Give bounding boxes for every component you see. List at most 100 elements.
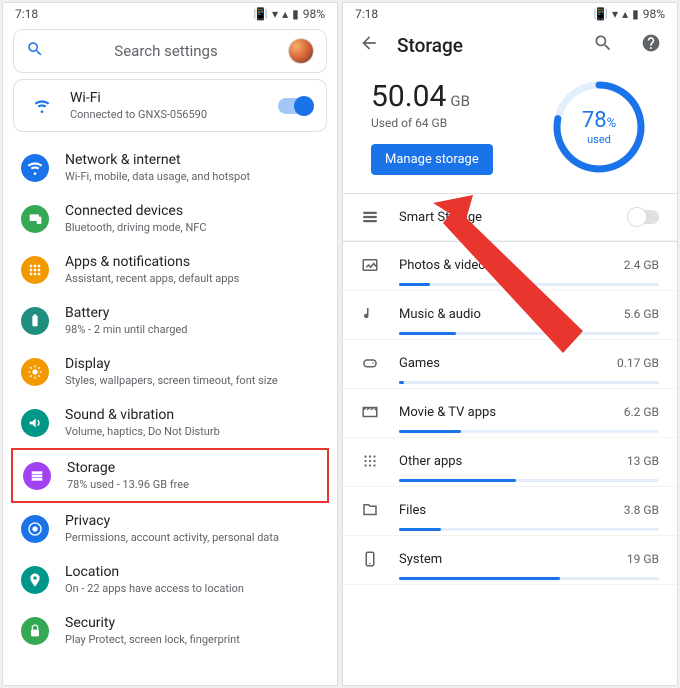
storage-icon [23, 462, 51, 490]
category-bar [399, 283, 659, 286]
category-label: System [399, 552, 607, 567]
wifi-title: Wi-Fi [70, 90, 264, 106]
battery-icon [21, 307, 49, 335]
wifi-icon: ▾ [272, 7, 278, 21]
category-bar [399, 430, 659, 433]
settings-row-privacy[interactable]: PrivacyPermissions, account activity, pe… [3, 503, 337, 554]
storage-categories: Photos & videos 2.4 GB Music & audio5.6 GB… [343, 242, 677, 585]
settings-row-wifi[interactable]: Network & internet Wi-Fi, mobile, data us… [3, 142, 337, 193]
category-label: Files [399, 503, 604, 518]
category-bar [399, 479, 659, 482]
settings-row-devices[interactable]: Connected devicesBluetooth, driving mode… [3, 193, 337, 244]
settings-row-battery[interactable]: Battery 98% - 2 min until charged [3, 295, 337, 346]
settings-list: Network & internet Wi-Fi, mobile, data us… [3, 138, 337, 660]
row-subtitle: Wi-Fi, mobile, data usage, and hotspot [65, 170, 319, 183]
settings-row-sound[interactable]: Sound & vibrationVolume, haptics, Do Not… [3, 397, 337, 448]
category-value: 13 GB [627, 454, 659, 468]
signal-icon: ▴ [282, 7, 288, 21]
wifi-subtitle: Connected to GNXS-056590 [70, 108, 264, 121]
category-photos[interactable]: Photos & videos 2.4 GB [343, 242, 677, 291]
files-icon [361, 501, 379, 519]
category-value: 6.2 GB [624, 405, 659, 419]
used-amount: 50.04GB [371, 79, 525, 114]
category-bar [399, 381, 659, 384]
category-movie[interactable]: Movie & TV apps 6.2 GB [343, 389, 677, 438]
settings-screen: 7:18 📳 ▾ ▴ ▮ 98% Search settings Wi-Fi C… [2, 2, 338, 686]
category-value: 0.17 GB [617, 356, 659, 370]
category-label: Games [399, 356, 597, 371]
system-icon [361, 550, 379, 568]
location-icon [21, 566, 49, 594]
movie-icon [361, 403, 379, 421]
category-games[interactable]: Games 0.17 GB [343, 340, 677, 389]
row-title: Privacy [65, 513, 319, 529]
row-subtitle: On - 22 apps have access to location [65, 582, 319, 595]
category-value: 2.4 GB [624, 258, 659, 272]
settings-row-apps[interactable]: Apps & notificationsAssistant, recent ap… [3, 244, 337, 295]
search-settings[interactable]: Search settings [13, 29, 327, 73]
sound-icon [21, 409, 49, 437]
row-subtitle: 98% - 2 min until charged [65, 323, 319, 336]
used-caption: Used of 64 GB [371, 116, 525, 130]
wifi-quick-card[interactable]: Wi-Fi Connected to GNXS-056590 [13, 79, 327, 132]
category-bar [399, 332, 659, 335]
category-other[interactable]: Other apps13 GB [343, 438, 677, 487]
music-icon [361, 305, 379, 323]
category-label: Movie & TV apps [399, 405, 604, 420]
category-files[interactable]: Files 3.8 GB [343, 487, 677, 536]
search-button[interactable] [593, 33, 613, 57]
security-icon [21, 617, 49, 645]
clock: 7:18 [355, 7, 378, 21]
row-title: Storage [67, 460, 317, 476]
row-title: Battery [65, 305, 319, 321]
clock: 7:18 [15, 7, 38, 21]
row-title: Network & internet [65, 152, 319, 168]
category-value: 19 GB [627, 552, 659, 566]
status-bar: 7:18 📳 ▾ ▴ ▮ 98% [3, 3, 337, 23]
row-title: Apps & notifications [65, 254, 319, 270]
other-icon [361, 452, 379, 470]
privacy-icon [21, 515, 49, 543]
back-button[interactable] [359, 33, 379, 57]
battery-icon: ▮ [292, 7, 299, 21]
devices-icon [21, 205, 49, 233]
help-button[interactable] [641, 33, 661, 57]
manage-storage-button[interactable]: Manage storage [371, 144, 493, 175]
app-bar: Storage [343, 23, 677, 67]
page-title: Storage [397, 34, 575, 57]
apps-icon [21, 256, 49, 284]
smart-storage-icon [361, 208, 379, 226]
category-music[interactable]: Music & audio5.6 GB [343, 291, 677, 340]
category-bar [399, 577, 659, 580]
row-subtitle: 78% used - 13.96 GB free [67, 478, 317, 491]
vibrate-icon: 📳 [253, 7, 268, 21]
row-subtitle: Play Protect, screen lock, fingerprint [65, 633, 319, 646]
settings-row-storage[interactable]: Storage 78% used - 13.96 GB free [13, 450, 327, 501]
battery-pct: 98% [643, 7, 665, 21]
row-title: Security [65, 615, 319, 631]
smart-storage-toggle[interactable] [629, 210, 659, 224]
search-placeholder: Search settings [56, 42, 276, 60]
battery-icon: ▮ [632, 7, 639, 21]
wifi-toggle[interactable] [278, 98, 312, 114]
settings-row-location[interactable]: LocationOn - 22 apps have access to loca… [3, 554, 337, 605]
storage-screen: 7:18 📳 ▾ ▴ ▮ 98% Storage 50.04GB Used of… [342, 2, 678, 686]
row-subtitle: Bluetooth, driving mode, NFC [65, 221, 319, 234]
category-label: Photos & videos [399, 258, 604, 273]
smart-storage-row[interactable]: Smart Storage [343, 194, 677, 241]
vibrate-icon: 📳 [593, 7, 608, 21]
games-icon [361, 354, 379, 372]
status-bar: 7:18 📳 ▾ ▴ ▮ 98% [343, 3, 677, 23]
category-value: 3.8 GB [624, 503, 659, 517]
storage-overview: 50.04GB Used of 64 GB Manage storage 78%… [343, 67, 677, 193]
wifi-icon [21, 154, 49, 182]
battery-pct: 98% [303, 7, 325, 21]
usage-ring: 78% used [549, 77, 649, 177]
avatar[interactable] [288, 38, 314, 64]
settings-row-display[interactable]: Display Styles, wallpapers, screen timeou… [3, 346, 337, 397]
settings-row-security[interactable]: Security Play Protect, screen lock, finge… [3, 605, 337, 656]
row-subtitle: Volume, haptics, Do Not Disturb [65, 425, 319, 438]
category-system[interactable]: System 19 GB [343, 536, 677, 585]
row-subtitle: Styles, wallpapers, screen timeout, font… [65, 374, 319, 387]
row-title: Display [65, 356, 319, 372]
